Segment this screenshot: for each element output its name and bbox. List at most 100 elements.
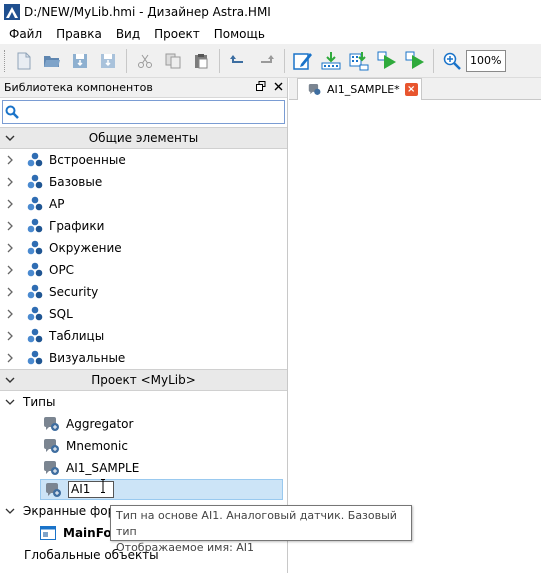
list-item[interactable]: SQL bbox=[0, 303, 287, 325]
component-group-icon bbox=[26, 196, 44, 212]
chevron-right-icon[interactable] bbox=[5, 243, 17, 253]
component-group-icon bbox=[26, 152, 44, 168]
chevron-down-icon bbox=[5, 135, 15, 141]
close-icon[interactable]: × bbox=[404, 82, 418, 96]
component-library-panel: Библиотека компонентов Общие элементы Вс… bbox=[0, 78, 288, 573]
run-button[interactable] bbox=[373, 47, 401, 75]
toolbar-separator bbox=[433, 48, 434, 73]
run-alt-button[interactable] bbox=[401, 47, 429, 75]
chevron-right-icon[interactable] bbox=[5, 199, 17, 209]
toolbar: 100% bbox=[0, 44, 541, 78]
list-item[interactable]: Визуальные bbox=[0, 347, 287, 369]
list-item[interactable]: Mnemonic bbox=[0, 435, 287, 457]
edit-icon bbox=[293, 52, 312, 70]
list-item[interactable]: Встроенные bbox=[0, 149, 287, 171]
search-input[interactable] bbox=[2, 100, 285, 124]
redo-button[interactable] bbox=[252, 47, 280, 75]
close-panel-icon[interactable] bbox=[274, 81, 283, 94]
list-item-label: Графики bbox=[49, 219, 105, 233]
types-node[interactable]: Типы bbox=[0, 391, 287, 413]
chevron-right-icon[interactable] bbox=[5, 221, 17, 231]
cut-button[interactable] bbox=[131, 47, 159, 75]
list-item-label: Базовые bbox=[49, 175, 103, 189]
undo-button[interactable] bbox=[224, 47, 252, 75]
menu-help[interactable]: Помощь bbox=[207, 24, 272, 44]
component-group-icon bbox=[26, 350, 44, 366]
list-item[interactable]: Aggregator bbox=[0, 413, 287, 435]
chevron-right-icon[interactable] bbox=[5, 353, 17, 363]
zoom-in-button[interactable] bbox=[438, 47, 466, 75]
float-panel-icon[interactable] bbox=[256, 81, 266, 94]
zoom-in-icon bbox=[443, 52, 461, 70]
list-item[interactable]: Базовые bbox=[0, 171, 287, 193]
list-item[interactable]: AI1_SAMPLE bbox=[0, 457, 287, 479]
new-button[interactable] bbox=[10, 47, 38, 75]
list-item-label: АР bbox=[49, 197, 65, 211]
search-icon bbox=[5, 105, 19, 119]
type-icon bbox=[43, 438, 61, 454]
document-canvas[interactable] bbox=[289, 100, 541, 573]
chevron-right-icon[interactable] bbox=[5, 287, 17, 297]
form-icon bbox=[40, 525, 58, 541]
component-group-icon bbox=[26, 262, 44, 278]
zoom-level-field[interactable]: 100% bbox=[466, 49, 506, 72]
chevron-right-icon[interactable] bbox=[5, 265, 17, 275]
list-item-ai1-selected[interactable]: AI1 bbox=[40, 479, 283, 500]
component-group-icon bbox=[26, 240, 44, 256]
text-cursor-icon bbox=[101, 479, 105, 493]
chevron-down-icon[interactable] bbox=[5, 397, 17, 407]
chevron-down-icon[interactable] bbox=[5, 506, 17, 516]
type-icon bbox=[43, 460, 61, 476]
save-icon bbox=[73, 53, 87, 68]
list-item-label: Визуальные bbox=[49, 351, 126, 365]
list-item[interactable]: АР bbox=[0, 193, 287, 215]
toolbar-separator bbox=[284, 48, 285, 73]
list-item-label: Встроенные bbox=[49, 153, 126, 167]
app-logo-icon bbox=[4, 4, 20, 20]
open-button[interactable] bbox=[38, 47, 66, 75]
rename-input[interactable]: AI1 bbox=[68, 481, 114, 498]
type-icon bbox=[43, 416, 61, 432]
list-item-label: Security bbox=[49, 285, 99, 299]
list-item[interactable]: Security bbox=[0, 281, 287, 303]
menu-project[interactable]: Проект bbox=[147, 24, 207, 44]
chevron-right-icon[interactable] bbox=[5, 331, 17, 341]
tab-ai1-sample[interactable]: AI1_SAMPLE* × bbox=[297, 77, 422, 100]
panel-header: Библиотека компонентов bbox=[0, 78, 287, 98]
project-section[interactable]: Проект <MyLib> bbox=[0, 369, 287, 391]
common-elements-section[interactable]: Общие элементы bbox=[0, 127, 287, 149]
type-icon bbox=[45, 482, 63, 498]
list-item[interactable]: OPC bbox=[0, 259, 287, 281]
build-button[interactable] bbox=[317, 47, 345, 75]
open-icon bbox=[44, 55, 60, 67]
list-item[interactable]: Графики bbox=[0, 215, 287, 237]
deploy-icon bbox=[349, 51, 369, 70]
save-all-button[interactable] bbox=[94, 47, 122, 75]
run-icon bbox=[377, 51, 396, 69]
menu-edit[interactable]: Правка bbox=[49, 24, 109, 44]
list-item[interactable]: Таблицы bbox=[0, 325, 287, 347]
paste-button[interactable] bbox=[187, 47, 215, 75]
undo-icon bbox=[230, 54, 243, 63]
edit-button[interactable] bbox=[289, 47, 317, 75]
component-group-icon bbox=[26, 328, 44, 344]
list-item-label: Окружение bbox=[49, 241, 122, 255]
toolbar-separator bbox=[126, 48, 127, 73]
chevron-right-icon[interactable] bbox=[5, 309, 17, 319]
list-item-label: SQL bbox=[49, 307, 73, 321]
chevron-right-icon[interactable] bbox=[5, 155, 17, 165]
panel-title: Библиотека компонентов bbox=[4, 81, 153, 94]
chevron-right-icon[interactable] bbox=[5, 177, 17, 187]
deploy-button[interactable] bbox=[345, 47, 373, 75]
component-group-icon bbox=[26, 218, 44, 234]
list-item-label: Таблицы bbox=[49, 329, 105, 343]
copy-button[interactable] bbox=[159, 47, 187, 75]
redo-icon bbox=[261, 54, 274, 63]
cut-icon bbox=[138, 54, 152, 68]
menu-file[interactable]: Файл bbox=[2, 24, 49, 44]
toolbar-grip[interactable] bbox=[4, 49, 7, 72]
save-button[interactable] bbox=[66, 47, 94, 75]
menu-view[interactable]: Вид bbox=[109, 24, 147, 44]
save-all-icon bbox=[101, 53, 115, 68]
list-item[interactable]: Окружение bbox=[0, 237, 287, 259]
